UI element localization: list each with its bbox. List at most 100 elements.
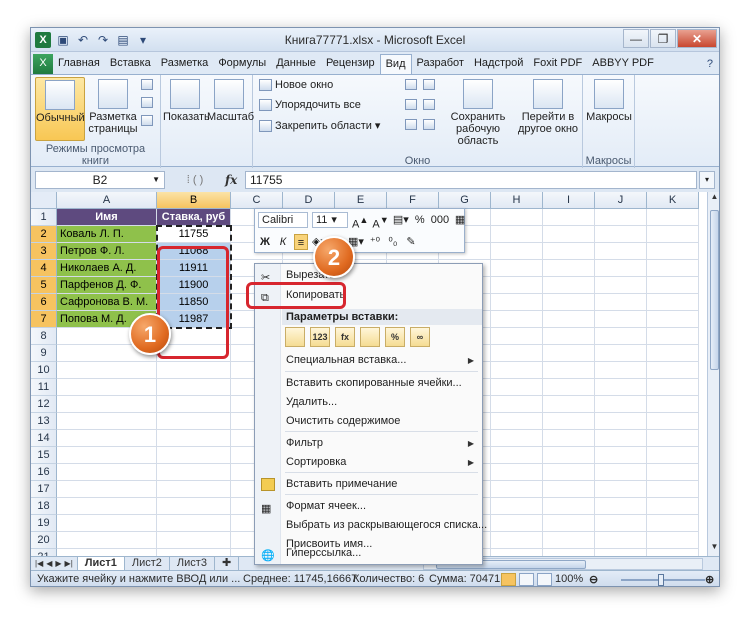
- zoom-button[interactable]: Масштаб: [207, 79, 254, 143]
- cell-a2[interactable]: Коваль Л. П.: [57, 226, 157, 243]
- cell-k19[interactable]: [647, 515, 699, 532]
- cell-j1[interactable]: [595, 209, 647, 226]
- cell-a11[interactable]: [57, 379, 157, 396]
- row-header-17[interactable]: 17: [31, 481, 57, 498]
- normal-view-status-icon[interactable]: [501, 573, 516, 586]
- cell-k7[interactable]: [647, 311, 699, 328]
- cell-k1[interactable]: [647, 209, 699, 226]
- cell-i8[interactable]: [543, 328, 595, 345]
- center-align-icon[interactable]: ≡: [294, 234, 308, 250]
- cell-h19[interactable]: [491, 515, 543, 532]
- cell-j6[interactable]: [595, 294, 647, 311]
- menu-item-filter[interactable]: Фильтр ▶: [255, 434, 482, 453]
- cell-k21[interactable]: [647, 549, 699, 556]
- cell-k9[interactable]: [647, 345, 699, 362]
- row-header-21[interactable]: 21: [31, 549, 57, 556]
- cell-b20[interactable]: [157, 532, 231, 549]
- menu-item-paste-special[interactable]: Специальная вставка... ▶: [255, 351, 482, 370]
- page-break-status-icon[interactable]: [537, 573, 552, 586]
- cell-h6[interactable]: [491, 294, 543, 311]
- cell-i19[interactable]: [543, 515, 595, 532]
- side-by-side-icon[interactable]: [423, 79, 435, 90]
- select-all-corner[interactable]: [31, 192, 57, 209]
- cell-i4[interactable]: [543, 260, 595, 277]
- cell-h4[interactable]: [491, 260, 543, 277]
- normal-view-button[interactable]: Обычный: [35, 77, 85, 141]
- row-header-19[interactable]: 19: [31, 515, 57, 532]
- cell-k16[interactable]: [647, 464, 699, 481]
- tab-page-layout[interactable]: Разметка: [156, 54, 214, 74]
- name-box[interactable]: B2 ▼: [35, 170, 165, 189]
- cell-a4[interactable]: Николаев А. Д.: [57, 260, 157, 277]
- close-button[interactable]: ✕: [677, 29, 717, 48]
- cell-j12[interactable]: [595, 396, 647, 413]
- cell-i12[interactable]: [543, 396, 595, 413]
- cell-a5[interactable]: Парфенов Д. Ф.: [57, 277, 157, 294]
- column-header-f[interactable]: F: [387, 192, 439, 209]
- paste-transpose-icon[interactable]: [360, 327, 380, 347]
- menu-item-sort[interactable]: Сортировка ▶: [255, 453, 482, 472]
- tab-view[interactable]: Вид: [379, 54, 412, 74]
- column-header-a[interactable]: A: [57, 192, 157, 209]
- cell-k10[interactable]: [647, 362, 699, 379]
- sheet-tab-3[interactable]: Лист3: [170, 556, 215, 571]
- column-header-g[interactable]: G: [439, 192, 491, 209]
- cell-b13[interactable]: [157, 413, 231, 430]
- cell-i15[interactable]: [543, 447, 595, 464]
- cell-j4[interactable]: [595, 260, 647, 277]
- cell-i14[interactable]: [543, 430, 595, 447]
- cell-h5[interactable]: [491, 277, 543, 294]
- cell-a13[interactable]: [57, 413, 157, 430]
- cell-h18[interactable]: [491, 498, 543, 515]
- help-icon[interactable]: ?: [707, 58, 713, 70]
- italic-button[interactable]: К: [276, 234, 290, 250]
- vertical-scroll-thumb[interactable]: [710, 210, 719, 370]
- hide-icon[interactable]: [405, 99, 417, 110]
- cell-h13[interactable]: [491, 413, 543, 430]
- cell-h11[interactable]: [491, 379, 543, 396]
- sheet-tab-2[interactable]: Лист2: [125, 556, 170, 571]
- cell-b21[interactable]: [157, 549, 231, 556]
- column-header-h[interactable]: H: [491, 192, 543, 209]
- arrange-all-button[interactable]: Упорядочить все: [259, 99, 361, 111]
- row-header-13[interactable]: 13: [31, 413, 57, 430]
- row-header-16[interactable]: 16: [31, 464, 57, 481]
- show-button[interactable]: Показать: [163, 79, 210, 143]
- cell-i1[interactable]: [543, 209, 595, 226]
- cell-a10[interactable]: [57, 362, 157, 379]
- cell-h8[interactable]: [491, 328, 543, 345]
- cell-h16[interactable]: [491, 464, 543, 481]
- cell-k3[interactable]: [647, 243, 699, 260]
- cell-a6[interactable]: Сафронова В. М.: [57, 294, 157, 311]
- cell-a18[interactable]: [57, 498, 157, 515]
- cell-j18[interactable]: [595, 498, 647, 515]
- cell-i18[interactable]: [543, 498, 595, 515]
- row-header-5[interactable]: 5: [31, 277, 57, 294]
- paste-icon[interactable]: [285, 327, 305, 347]
- column-header-i[interactable]: I: [543, 192, 595, 209]
- thousands-separator-button[interactable]: 000: [431, 212, 449, 228]
- prev-sheet-icon[interactable]: ◀: [46, 559, 52, 568]
- page-layout-status-icon[interactable]: [519, 573, 534, 586]
- tab-developer[interactable]: Разработ: [412, 54, 469, 74]
- cell-i17[interactable]: [543, 481, 595, 498]
- page-break-icon[interactable]: [141, 79, 153, 90]
- cell-a19[interactable]: [57, 515, 157, 532]
- new-window-button[interactable]: Новое окно: [259, 79, 333, 91]
- cell-a15[interactable]: [57, 447, 157, 464]
- cell-b10[interactable]: [157, 362, 231, 379]
- zoom-out-icon[interactable]: ⊖: [589, 573, 598, 586]
- cell-k17[interactable]: [647, 481, 699, 498]
- minimize-button[interactable]: —: [623, 29, 649, 48]
- menu-item-format-cells[interactable]: ▦ Формат ячеек...: [255, 497, 482, 516]
- split-icon[interactable]: [405, 79, 417, 90]
- last-sheet-icon[interactable]: ▶|: [65, 559, 73, 568]
- cell-k2[interactable]: [647, 226, 699, 243]
- column-header-c[interactable]: C: [231, 192, 283, 209]
- currency-format-icon[interactable]: ▤▾: [393, 212, 409, 228]
- paste-formulas-icon[interactable]: fx: [335, 327, 355, 347]
- row-header-6[interactable]: 6: [31, 294, 57, 311]
- cell-k12[interactable]: [647, 396, 699, 413]
- cell-j2[interactable]: [595, 226, 647, 243]
- scroll-up-icon[interactable]: ▲: [708, 192, 719, 206]
